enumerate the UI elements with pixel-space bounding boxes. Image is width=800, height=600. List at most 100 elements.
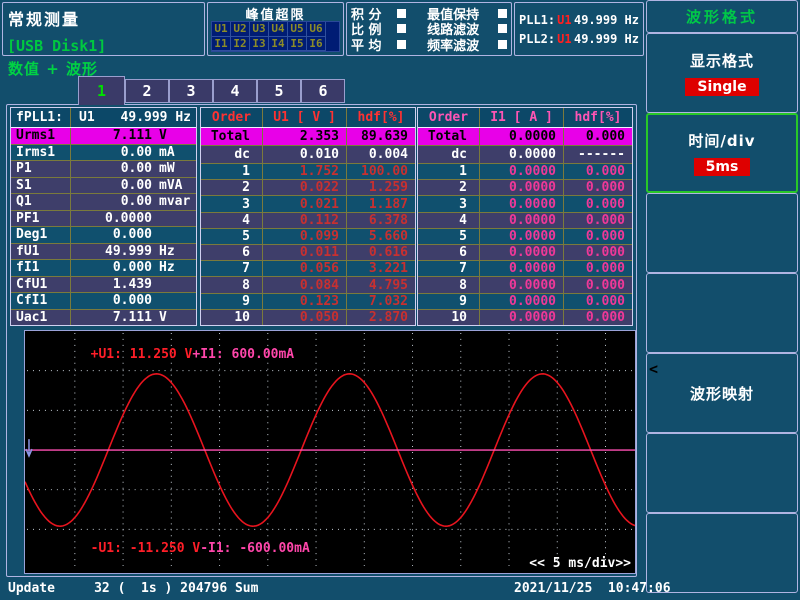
measurement-unit: Hz [152,260,196,275]
pll-readout: PLL1: U1 49.999 Hz [519,13,639,27]
harmonics-u1-total-row: Total 2.353 89.639 [201,128,415,146]
sidebar-softkey[interactable] [646,273,798,353]
measurement-name: fI1 [11,260,71,276]
measurement-value: 0.00 [71,194,152,209]
harmonics-row: 1 0.0000 0.000 [418,163,632,179]
measurement-row: Q1 0.00 mvar [11,193,196,210]
measurement-name: P1 [11,161,71,177]
sidebar-softkey[interactable] [646,193,798,273]
measurement-value: 0.00 [71,161,152,176]
peak-channel-i: I4 [269,37,288,52]
harmonics-col-order: Order [201,108,262,127]
page-tab-label: 1 [97,82,106,100]
indicator-panel: 积 分 最值保持 比 例 线路滤波 平 均 频率滤波 [346,2,512,56]
sidebar-softkey[interactable]: 显示格式 Single [646,33,798,113]
peak-channel-u: U3 [250,22,269,37]
softkey-label: 显示格式 [690,50,754,71]
peak-channel-i: I5 [288,37,307,52]
peak-channel-u: U2 [231,22,250,37]
peak-channel-i: I1 [212,37,231,52]
page-tab[interactable]: 4 [213,79,257,103]
mode-title: 常规测量 [8,6,80,30]
harmonics-row: 8 0.084 4.795 [201,276,415,292]
measurement-name: fU1 [11,244,71,260]
measurement-value: 49.999 [71,244,152,259]
sidebar-items: 显示格式 Single 时间/div 5ms [646,33,798,593]
harmonics-row: 6 0.0000 0.000 [418,244,632,260]
harmonics-row: 7 0.0000 0.000 [418,260,632,276]
fpll-source: U1 [71,110,95,125]
page-tab-label: 5 [274,82,283,100]
harmonics-col-hdf: hdf[%] [346,108,415,127]
measurement-unit: V [152,310,196,325]
measurement-row: CfI1 0.000 [11,292,196,309]
pll-name: PLL1: [519,13,555,27]
measurement-value: 0.000 [71,293,152,308]
measurement-row: S1 0.00 mVA [11,177,196,194]
peak-channel-u: U6 [307,22,326,37]
peak-overlimit-panel: 峰值超限 U1U2U3U4U5U6 I1I2I3I4I5I6 [207,2,344,56]
indicator-left-label: 平 均 [351,35,397,54]
sidebar-softkey[interactable] [646,433,798,513]
harmonics-row: 5 0.0000 0.000 [418,228,632,244]
peak-channel-i: I2 [231,37,250,52]
harmonics-col-hdf: hdf[%] [563,108,632,127]
harmonics-col-order: Order [418,108,479,127]
harmonics-row: 1 1.752 100.00 [201,163,415,179]
harmonics-u1-rows: 1 1.752 100.00 2 0.022 1.259 3 0.021 1.1… [201,163,415,325]
measurement-name: Deg1 [11,227,71,243]
indicator-checkbox [397,9,406,18]
sidebar-softkey[interactable]: < 波形映射 [646,353,798,433]
harmonics-row: 6 0.011 0.616 [201,244,415,260]
harmonics-i1-rows: 1 0.0000 0.000 2 0.0000 0.000 3 0.0000 0… [418,163,632,325]
power-analyzer-screen: 常规测量 [USB Disk1] 峰值超限 U1U2U3U4U5U6 I1I2I… [0,0,800,600]
peak-row-voltage: U1U2U3U4U5U6 [212,22,339,37]
measurement-value: 0.00 [71,145,152,160]
measurement-row: Uac1 7.111 V [11,309,196,326]
page-tab[interactable]: 5 [257,79,301,103]
page-tab[interactable]: 2 [125,79,169,103]
page-tab[interactable]: 1 [78,76,125,105]
i1-bottom-scale: -I1: -600.00mA [200,541,310,556]
measurement-row: PF1 0.0000 [11,210,196,227]
harmonics-u1-header: Order U1 [ V ] hdf[%] [201,108,415,128]
harmonics-row: 5 0.099 5.660 [201,228,415,244]
measurement-name: Q1 [11,194,71,210]
measurement-name: Uac1 [11,310,71,326]
time-per-div-label: << 5 ms/div>> [529,556,631,571]
measurement-name: CfI1 [11,293,71,309]
measurement-unit: mVA [152,178,196,193]
indicator-right-label: 频率滤波 [414,35,492,54]
measurement-name: CfU1 [11,277,71,293]
harmonics-col-i1: I1 [ A ] [479,108,563,127]
harmonics-table-u1: Order U1 [ V ] hdf[%] Total 2.353 89.639… [200,107,416,326]
measurement-row: Urms1 7.111 V [11,128,196,144]
indicator-checkbox [498,9,507,18]
pll-source: U1 [557,32,571,46]
sidebar-softkey[interactable]: 时间/div 5ms [646,113,798,193]
page-tab[interactable]: 6 [301,79,345,103]
page-tab-label: 6 [318,82,327,100]
softkey-label: 波形映射 [690,383,754,404]
pll-name: PLL2: [519,32,555,46]
harmonics-row: 10 0.0000 0.000 [418,309,632,325]
peak-channel-u: U4 [269,22,288,37]
pll-value: 49.999 Hz [574,13,639,27]
harmonics-row: 8 0.0000 0.000 [418,276,632,292]
collapse-arrow-icon[interactable]: < [649,360,658,378]
harmonics-row: 7 0.056 3.221 [201,260,415,276]
measurement-unit: Hz [152,244,196,259]
harmonics-row: 4 0.112 6.378 [201,212,415,228]
page-tab[interactable]: 3 [169,79,213,103]
softkey-sidebar: 波形格式 显示格式 Single 时间/div 5ms [646,0,798,593]
harmonics-row: 4 0.0000 0.000 [418,212,632,228]
u1-top-scale: +U1: 11.250 V [91,347,193,362]
peak-channel-grid: U1U2U3U4U5U6 I1I2I3I4I5I6 [211,21,340,52]
harmonics-i1-dc-row: dc 0.0000 ------ [418,146,632,163]
measurement-rows: Urms1 7.111 V Irms1 0.00 mA P1 0.00 mW [11,128,196,325]
harmonics-row: 3 0.021 1.187 [201,195,415,211]
measurement-name: S1 [11,178,71,194]
measurement-name: Irms1 [11,145,71,161]
indicator-row: 平 均 频率滤波 [351,37,507,52]
measurement-name: Urms1 [11,128,71,144]
